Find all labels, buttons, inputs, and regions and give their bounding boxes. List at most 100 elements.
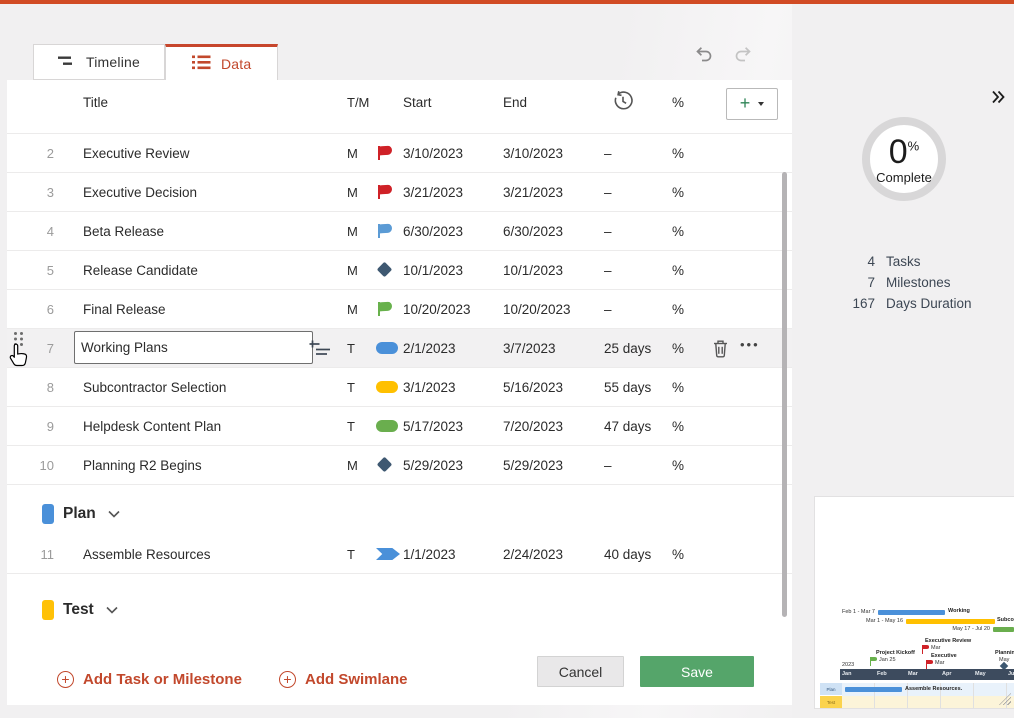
- task-shape-icon[interactable]: [373, 457, 403, 473]
- save-button[interactable]: Save: [640, 656, 754, 687]
- add-task-label: Add Task or Milestone: [83, 671, 242, 688]
- start-date[interactable]: 3/1/2023: [403, 380, 503, 395]
- task-shape-icon[interactable]: [373, 379, 403, 395]
- end-date[interactable]: 5/29/2023: [503, 458, 596, 473]
- row-number: 10: [7, 458, 54, 473]
- vertical-scrollbar[interactable]: [782, 172, 787, 617]
- task-shape-icon[interactable]: [373, 301, 403, 317]
- month-label: Apr: [942, 671, 951, 677]
- add-row-button[interactable]: +: [726, 88, 778, 120]
- start-date[interactable]: 10/1/2023: [403, 263, 503, 278]
- collapse-panel-icon[interactable]: [991, 90, 1005, 109]
- end-date[interactable]: 3/21/2023: [503, 185, 596, 200]
- percent-field[interactable]: %: [672, 380, 712, 395]
- percent-field[interactable]: %: [672, 146, 712, 161]
- end-date[interactable]: 10/20/2023: [503, 302, 596, 317]
- chevron-down-icon[interactable]: [106, 606, 118, 614]
- chevron-down-icon[interactable]: [108, 510, 120, 518]
- task-shape-icon[interactable]: [373, 262, 403, 278]
- percent-field[interactable]: %: [672, 341, 712, 356]
- task-shape-icon[interactable]: [373, 184, 403, 200]
- table-row[interactable]: 4 Beta Release M 6/30/2023 6/30/2023 – %: [7, 211, 792, 250]
- month-label: Feb: [877, 671, 887, 677]
- table-row[interactable]: 11 Assemble Resources T 1/1/2023 2/24/20…: [7, 535, 792, 574]
- percent-field[interactable]: %: [672, 302, 712, 317]
- duration: 40 days: [596, 547, 672, 562]
- task-shape-icon[interactable]: [373, 340, 403, 356]
- undo-icon[interactable]: [690, 40, 716, 66]
- delete-row-icon[interactable]: [712, 339, 729, 363]
- end-date[interactable]: 3/7/2023: [503, 341, 596, 356]
- start-date[interactable]: 3/10/2023: [403, 146, 503, 161]
- start-date[interactable]: 2/1/2023: [403, 341, 503, 356]
- start-date[interactable]: 6/30/2023: [403, 224, 503, 239]
- preview-task-bar: [993, 627, 1014, 632]
- start-date[interactable]: 5/29/2023: [403, 458, 503, 473]
- percent-field[interactable]: %: [672, 547, 712, 562]
- table-row[interactable]: 5 Release Candidate M 10/1/2023 10/1/202…: [7, 250, 792, 289]
- start-date[interactable]: 10/20/2023: [403, 302, 503, 317]
- start-date[interactable]: 1/1/2023: [403, 547, 503, 562]
- column-tm: T/M: [347, 95, 403, 110]
- preview-bar-label: Working: [948, 608, 970, 614]
- table-row[interactable]: 2 Executive Review M 3/10/2023 3/10/2023…: [7, 133, 792, 172]
- table-row[interactable]: 3 Executive Decision M 3/21/2023 3/21/20…: [7, 172, 792, 211]
- column-start: Start: [403, 95, 503, 110]
- cancel-button[interactable]: Cancel: [537, 656, 624, 687]
- table-row[interactable]: 9 Helpdesk Content Plan T 5/17/2023 7/20…: [7, 406, 792, 445]
- task-title[interactable]: Executive Decision: [54, 185, 347, 200]
- end-date[interactable]: 3/10/2023: [503, 146, 596, 161]
- start-date[interactable]: 5/17/2023: [403, 419, 503, 434]
- preview-milestone-date: Mar: [935, 660, 944, 666]
- task-title[interactable]: Assemble Resources: [54, 547, 347, 562]
- task-shape-icon[interactable]: [373, 546, 403, 562]
- task-shape-icon[interactable]: [373, 223, 403, 239]
- task-title[interactable]: Executive Review: [54, 146, 347, 161]
- table-row[interactable]: 6 Final Release M 10/20/2023 10/20/2023 …: [7, 289, 792, 328]
- duration: –: [596, 302, 672, 317]
- timeline-preview-thumbnail[interactable]: Feb 1 - Mar 7 Working Mar 1 - May 16 Sub…: [815, 497, 1014, 708]
- end-date[interactable]: 5/16/2023: [503, 380, 596, 395]
- task-title-input[interactable]: [74, 331, 313, 364]
- start-date[interactable]: 3/21/2023: [403, 185, 503, 200]
- swimlane-header-test[interactable]: Test: [7, 595, 792, 625]
- task-title[interactable]: Planning R2 Begins: [54, 458, 347, 473]
- swimlane-header-plan[interactable]: Plan: [7, 499, 792, 529]
- timeline-tab-label: Timeline: [86, 54, 140, 70]
- percent-field[interactable]: %: [672, 224, 712, 239]
- table-row-editing[interactable]: 7 T 2/1/2023 3/7/2023 25 days % •••: [7, 328, 792, 367]
- percent-field[interactable]: %: [672, 419, 712, 434]
- task-title[interactable]: Subcontractor Selection: [54, 380, 347, 395]
- task-details-icon[interactable]: [308, 339, 332, 362]
- task-title[interactable]: Release Candidate: [54, 263, 347, 278]
- preview-milestone-date: Mar: [931, 645, 940, 651]
- table-row[interactable]: 10 Planning R2 Begins M 5/29/2023 5/29/2…: [7, 445, 792, 484]
- progress-value: 0%: [889, 135, 919, 169]
- task-shape-icon[interactable]: [373, 145, 403, 161]
- task-title[interactable]: Final Release: [54, 302, 347, 317]
- percent-field[interactable]: %: [672, 263, 712, 278]
- row-number: 3: [7, 185, 54, 200]
- add-task-button[interactable]: + Add Task or Milestone: [57, 671, 242, 688]
- row-number: 6: [7, 302, 54, 317]
- more-options-icon[interactable]: •••: [740, 337, 760, 352]
- end-date[interactable]: 10/1/2023: [503, 263, 596, 278]
- table-body: 2 Executive Review M 3/10/2023 3/10/2023…: [7, 133, 792, 485]
- percent-field[interactable]: %: [672, 458, 712, 473]
- task-title[interactable]: Helpdesk Content Plan: [54, 419, 347, 434]
- end-date[interactable]: 7/20/2023: [503, 419, 596, 434]
- end-date[interactable]: 6/30/2023: [503, 224, 596, 239]
- chevron-down-icon[interactable]: [758, 102, 764, 106]
- swimlane-name: Test: [63, 601, 94, 619]
- redo-icon[interactable]: [730, 40, 756, 66]
- duration: 47 days: [596, 419, 672, 434]
- tab-data[interactable]: Data: [165, 44, 278, 80]
- table-row[interactable]: 8 Subcontractor Selection T 3/1/2023 5/1…: [7, 367, 792, 406]
- end-date[interactable]: 2/24/2023: [503, 547, 596, 562]
- preview-task-bar: [906, 619, 995, 624]
- percent-field[interactable]: %: [672, 185, 712, 200]
- tab-timeline[interactable]: Timeline: [33, 44, 165, 80]
- add-swimlane-button[interactable]: + Add Swimlane: [279, 671, 408, 688]
- task-title[interactable]: Beta Release: [54, 224, 347, 239]
- task-shape-icon[interactable]: [373, 418, 403, 434]
